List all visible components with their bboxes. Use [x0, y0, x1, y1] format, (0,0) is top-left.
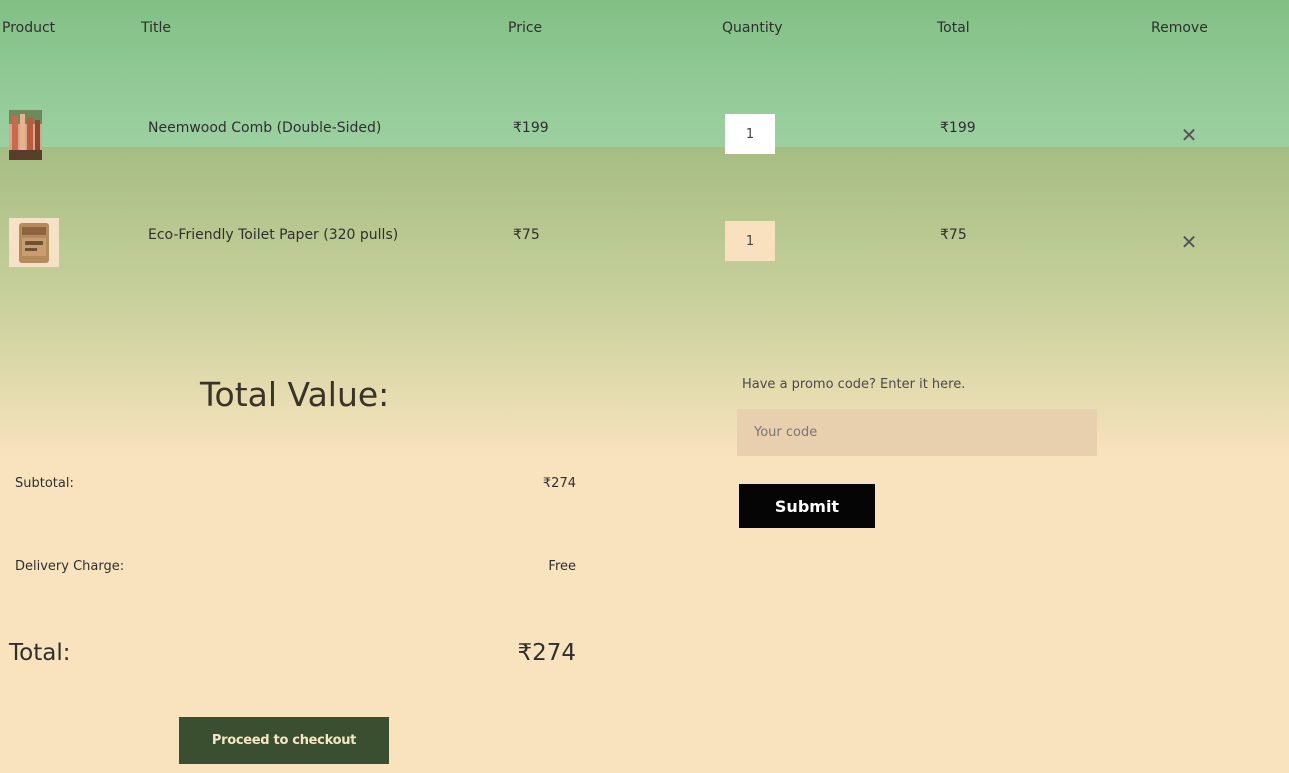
column-header-product: Product — [2, 20, 56, 36]
subtotal-label: Subtotal: — [15, 476, 74, 491]
quantity-input[interactable] — [725, 221, 775, 261]
column-header-title: Title — [141, 20, 172, 36]
column-header-remove: Remove — [1151, 20, 1208, 36]
product-price: ₹199 — [513, 120, 549, 136]
toilet-paper-product-image — [9, 218, 59, 267]
delivery-charge-value: Free — [548, 559, 576, 574]
product-title[interactable]: Eco-Friendly Toilet Paper (320 pulls) — [148, 226, 398, 244]
grand-total-label: Total: — [9, 640, 71, 666]
promo-code-input[interactable] — [737, 409, 1097, 456]
close-icon[interactable]: ✕ — [1179, 125, 1199, 145]
row-total: ₹199 — [940, 120, 976, 136]
column-header-price: Price — [508, 20, 543, 36]
quantity-input[interactable] — [725, 114, 775, 154]
column-header-quantity: Quantity — [722, 20, 783, 36]
row-total: ₹75 — [940, 227, 967, 243]
delivery-charge-label: Delivery Charge: — [15, 559, 125, 574]
promo-submit-button[interactable]: Submit — [739, 484, 875, 528]
close-icon[interactable]: ✕ — [1179, 232, 1199, 252]
product-price: ₹75 — [513, 227, 540, 243]
product-title[interactable]: Neemwood Comb (Double-Sided) — [148, 119, 381, 137]
total-value-heading: Total Value: — [200, 375, 390, 414]
product-thumbnail-comb[interactable] — [9, 110, 42, 160]
comb-product-image — [9, 110, 42, 160]
proceed-to-checkout-button[interactable]: Proceed to checkout — [179, 717, 389, 764]
column-header-total: Total — [937, 20, 970, 36]
grand-total-value: ₹274 — [517, 640, 576, 666]
promo-label: Have a promo code? Enter it here. — [742, 377, 966, 392]
product-thumbnail-toilet-paper[interactable] — [9, 218, 59, 267]
subtotal-value: ₹274 — [542, 476, 576, 491]
